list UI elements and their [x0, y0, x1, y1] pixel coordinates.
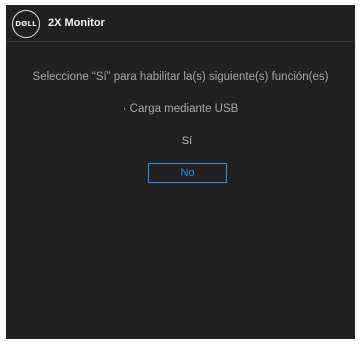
feature-item-usb-charging: · Carga mediante USB — [122, 103, 239, 115]
logo-text: DØLL — [15, 20, 37, 28]
monitor-title: 2X Monitor — [48, 17, 105, 29]
yes-option[interactable]: Sí — [148, 131, 226, 151]
confirm-message: Seleccione “Sí” para habilitar la(s) sig… — [32, 71, 329, 83]
dell-logo-icon: DØLL — [12, 10, 40, 38]
osd-menu: DØLL 2X Monitor Seleccione “Sí” para hab… — [6, 5, 355, 339]
title-bar: DØLL 2X Monitor — [6, 5, 355, 42]
no-option[interactable]: No — [148, 163, 227, 183]
